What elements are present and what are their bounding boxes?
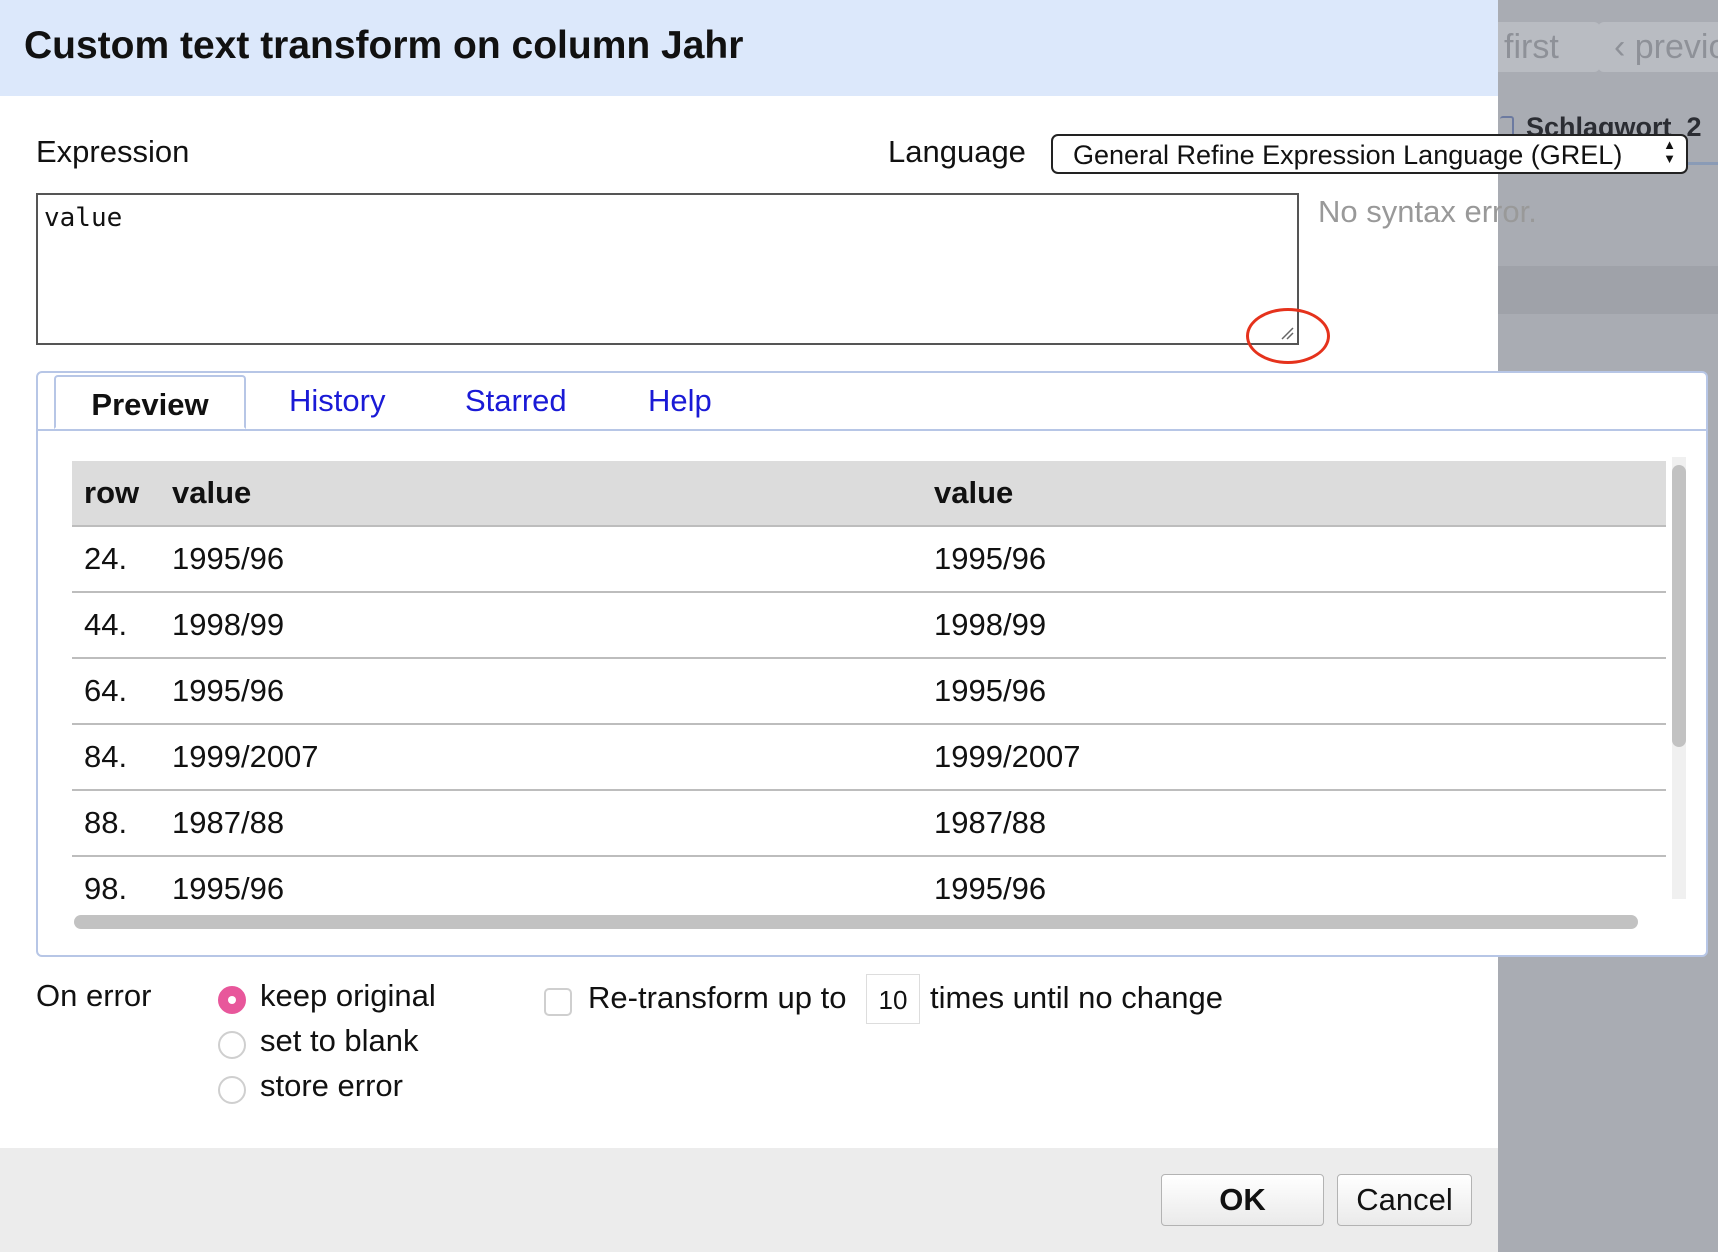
transformed-value: 1999/2007 [934,723,1666,790]
radio-button-checked[interactable] [218,986,246,1014]
table-row: 24. 1995/96 1995/96 [72,525,1666,592]
table-row: 84. 1999/2007 1999/2007 [72,723,1666,790]
table-row: 44. 1998/99 1998/99 [72,591,1666,658]
radio-label: store error [260,1068,403,1103]
table-row: 64. 1995/96 1995/96 [72,657,1666,724]
retransform-times-input[interactable]: 10 [866,974,920,1024]
expression-text: value [44,203,123,233]
radio-button[interactable] [218,1031,246,1059]
background-pager: first ‹ previo [1488,0,1718,94]
row-number: 88. [72,789,172,856]
radio-button[interactable] [218,1076,246,1104]
retransform-suffix: times until no change [930,980,1223,1015]
transformed-value: 1987/88 [934,789,1666,856]
transformed-value: 1995/96 [934,855,1666,921]
pager-first-button: first [1488,22,1600,72]
on-error-label: On error [36,978,152,1013]
column-header-result: value [934,461,1666,526]
row-number: 44. [72,591,172,658]
vertical-scrollbar[interactable] [1672,457,1686,899]
annotation-highlight-circle [1246,308,1330,364]
language-select-value: General Refine Expression Language (GREL… [1073,140,1623,170]
row-number: 64. [72,657,172,724]
row-number: 24. [72,525,172,592]
background-row [1498,266,1718,314]
horizontal-scroll-thumb[interactable] [74,915,1638,929]
syntax-status: No syntax error. [1318,194,1537,229]
retransform-prefix: Re-transform up to [588,980,847,1015]
preview-area: row value value 24. 1995/96 1995/96 44. … [52,443,1698,943]
original-value: 1998/99 [172,591,934,658]
table-row: 88. 1987/88 1987/88 [72,789,1666,856]
table-header-row: row value value [72,461,1666,526]
language-label: Language [888,134,1026,169]
table-row: 98. 1995/96 1995/96 [72,855,1666,921]
original-value: 1995/96 [172,525,934,592]
expression-label: Expression [36,134,190,169]
tab-preview[interactable]: Preview [54,375,246,429]
row-number: 98. [72,855,172,921]
tab-starred[interactable]: Starred [465,373,567,429]
custom-transform-dialog: Custom text transform on column Jahr Exp… [0,0,1708,1252]
pager-previous-button: ‹ previo [1598,22,1718,72]
original-value: 1987/88 [172,789,934,856]
expression-textarea[interactable]: value [36,193,1299,345]
preview-table: row value value 24. 1995/96 1995/96 44. … [72,461,1666,921]
row-number: 84. [72,723,172,790]
tab-history[interactable]: History [289,373,385,429]
dialog-title: Custom text transform on column Jahr [24,24,744,67]
retransform-checkbox[interactable] [544,988,572,1016]
dialog-footer: OK Cancel [0,1148,1498,1252]
column-header-value: value [172,461,934,526]
radio-label: keep original [260,978,436,1013]
tab-help[interactable]: Help [648,373,712,429]
dialog-header: Custom text transform on column Jahr [0,0,1498,96]
select-arrows-icon: ▲ ▼ [1663,137,1676,166]
transformed-value: 1995/96 [934,525,1666,592]
original-value: 1995/96 [172,855,934,921]
original-value: 1999/2007 [172,723,934,790]
radio-label: set to blank [260,1023,419,1058]
tabs-panel: Preview History Starred Help row value v… [36,371,1708,957]
column-header-row: row [72,461,172,526]
transformed-value: 1995/96 [934,657,1666,724]
vertical-scroll-thumb[interactable] [1672,465,1686,747]
transformed-value: 1998/99 [934,591,1666,658]
ok-button[interactable]: OK [1161,1174,1324,1226]
cancel-button[interactable]: Cancel [1337,1174,1472,1226]
original-value: 1995/96 [172,657,934,724]
language-select[interactable]: General Refine Expression Language (GREL… [1051,134,1688,174]
tab-strip: Preview History Starred Help [38,373,1706,431]
